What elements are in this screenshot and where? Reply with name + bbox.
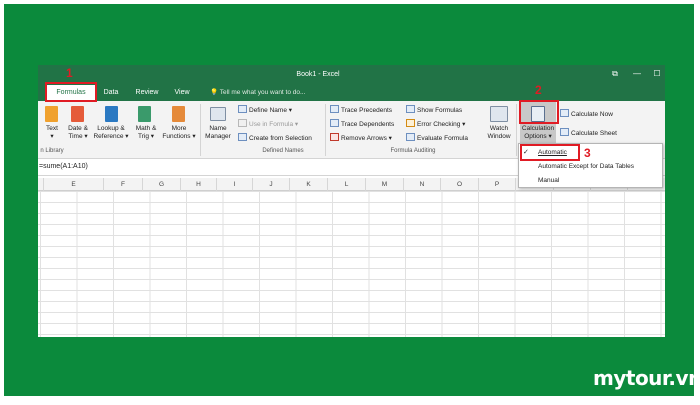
- minimize-icon[interactable]: —: [630, 69, 644, 78]
- separator: [325, 104, 326, 156]
- watch-window-button[interactable]: Watch Window: [481, 125, 517, 141]
- date-time-button[interactable]: Date & Time ▾: [63, 125, 93, 141]
- tab-view[interactable]: View: [170, 85, 194, 101]
- step-number-2: 2: [535, 83, 542, 97]
- column-header[interactable]: E: [44, 178, 104, 191]
- watch-window-icon: [490, 106, 508, 122]
- tell-me-box[interactable]: 💡 Tell me what you want to do...: [210, 85, 305, 101]
- column-header[interactable]: K: [290, 178, 328, 191]
- column-header[interactable]: F: [104, 178, 143, 191]
- remove-arrows-icon: [330, 133, 339, 141]
- calculate-now-button[interactable]: Calculate Now: [560, 109, 613, 118]
- function-library-label: n Library: [40, 148, 64, 154]
- excel-window: Book1 - Excel ⧉ — ☐ Formulas Data Review…: [38, 65, 665, 337]
- step-number-1: 1: [66, 66, 73, 80]
- column-header[interactable]: I: [217, 178, 253, 191]
- formula-text[interactable]: =sume(A1:A10): [39, 163, 88, 170]
- name-manager-button[interactable]: Name Manager: [201, 125, 235, 141]
- formula-icon: [238, 119, 247, 127]
- evaluate-formula-button[interactable]: Evaluate Formula: [406, 133, 468, 142]
- trace-dependents-button[interactable]: Trace Dependents: [330, 119, 394, 128]
- title-bar: Book1 - Excel ⧉ — ☐ Formulas Data Review…: [38, 65, 665, 101]
- column-header[interactable]: P: [479, 178, 516, 191]
- window-title: Book1 - Excel: [296, 71, 340, 78]
- define-name-button[interactable]: Define Name ▾: [238, 105, 292, 114]
- error-checking-icon: [406, 119, 415, 127]
- column-header[interactable]: L: [328, 178, 366, 191]
- menu-item-manual[interactable]: Manual: [519, 174, 662, 187]
- calendar-icon: [71, 106, 84, 122]
- calculate-sheet-icon: [560, 128, 569, 136]
- column-header[interactable]: H: [181, 178, 217, 191]
- highlight-calculation-options: [519, 100, 559, 124]
- show-formulas-button[interactable]: Show Formulas: [406, 105, 462, 114]
- tab-review[interactable]: Review: [132, 85, 162, 101]
- create-from-selection-button[interactable]: Create from Selection: [238, 133, 312, 142]
- column-header[interactable]: M: [366, 178, 404, 191]
- lookup-reference-button[interactable]: Lookup & Reference ▾: [91, 125, 131, 141]
- selection-icon: [238, 133, 247, 141]
- show-formulas-icon: [406, 105, 415, 113]
- formula-auditing-label: Formula Auditing: [390, 148, 436, 154]
- column-header[interactable]: G: [143, 178, 181, 191]
- column-header[interactable]: O: [441, 178, 479, 191]
- use-in-formula-button[interactable]: Use in Formula ▾: [238, 119, 298, 128]
- evaluate-formula-icon: [406, 133, 415, 141]
- tell-me-text: Tell me what you want to do...: [219, 89, 306, 96]
- trace-dependents-icon: [330, 119, 339, 127]
- lightbulb-icon: 💡: [210, 89, 219, 96]
- more-functions-icon: [172, 106, 185, 122]
- remove-arrows-button[interactable]: Remove Arrows ▾: [330, 133, 392, 142]
- separator: [516, 104, 517, 156]
- highlight-formulas-tab: [45, 82, 97, 102]
- more-functions-button[interactable]: More Functions ▾: [159, 125, 199, 141]
- step-number-3: 3: [584, 146, 591, 160]
- trace-precedents-icon: [330, 105, 339, 113]
- text-function-icon: [45, 106, 58, 122]
- column-header[interactable]: N: [404, 178, 441, 191]
- name-manager-icon: [210, 107, 226, 121]
- calculate-now-icon: [560, 109, 569, 117]
- error-checking-button[interactable]: Error Checking ▾: [406, 119, 465, 128]
- highlight-automatic-option: [520, 144, 580, 161]
- trace-precedents-button[interactable]: Trace Precedents: [330, 105, 392, 114]
- column-header[interactable]: J: [253, 178, 290, 191]
- restore-icon[interactable]: ⧉: [608, 69, 622, 79]
- lookup-icon: [105, 106, 118, 122]
- math-icon: [138, 106, 151, 122]
- tab-data[interactable]: Data: [98, 85, 124, 101]
- maximize-icon[interactable]: ☐: [650, 69, 664, 78]
- text-functions-button[interactable]: Text ▾: [40, 125, 64, 141]
- math-trig-button[interactable]: Math & Trig ▾: [130, 125, 162, 141]
- menu-item-automatic-except-tables[interactable]: Automatic Except for Data Tables: [519, 160, 662, 173]
- calculate-sheet-button[interactable]: Calculate Sheet: [560, 128, 617, 137]
- cell-grid[interactable]: [38, 191, 665, 337]
- watermark-logo: mytour.vn: [593, 366, 700, 390]
- tag-icon: [238, 105, 247, 113]
- defined-names-label: Defined Names: [262, 148, 304, 154]
